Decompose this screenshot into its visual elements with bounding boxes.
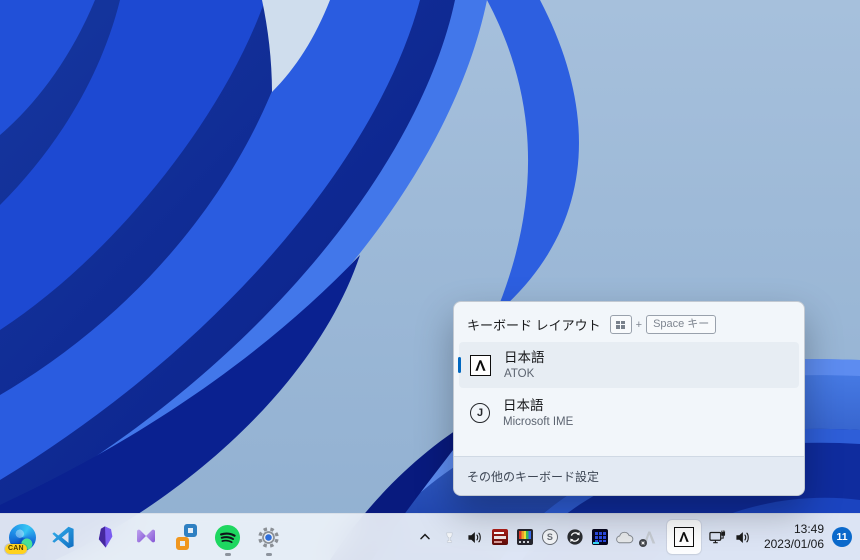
ime-item-microsoft-ime[interactable]: J 日本語 Microsoft IME bbox=[459, 390, 799, 436]
more-keyboard-settings-link[interactable]: その他のキーボード設定 bbox=[454, 456, 804, 495]
ime-language-label: 日本語 bbox=[504, 350, 545, 365]
volume-icon bbox=[468, 531, 482, 543]
network-button[interactable] bbox=[706, 520, 730, 554]
taskbar-settings-button[interactable] bbox=[248, 517, 289, 557]
tray-s-circle-button[interactable]: S bbox=[538, 520, 562, 554]
spotify-icon bbox=[214, 524, 241, 550]
ime-item-atok[interactable]: 日本語 ATOK bbox=[458, 342, 799, 388]
atok-icon bbox=[470, 354, 491, 376]
taskbar-vmware-button[interactable] bbox=[166, 517, 207, 557]
taskbar-visual-studio-button[interactable] bbox=[125, 517, 166, 557]
edge-canary-badge: CAN bbox=[5, 543, 27, 554]
obsidian-icon bbox=[98, 526, 112, 548]
ime-name-label: ATOK bbox=[504, 368, 535, 380]
tray-grid-monitor-button[interactable] bbox=[588, 520, 612, 554]
taskbar-spotify-button[interactable] bbox=[207, 517, 248, 557]
running-indicator bbox=[265, 553, 272, 556]
tray-cloud-button[interactable] bbox=[613, 520, 637, 554]
keyboard-layout-flyout: キーボード レイアウト + Space キー 日本語 ATOK J 日本語 Mi… bbox=[453, 301, 805, 496]
network-icon bbox=[709, 530, 726, 544]
taskbar: CAN S 13:49 2023/01/06 11 bbox=[0, 513, 860, 560]
grid-monitor-icon bbox=[591, 529, 608, 545]
ime-mode-button[interactable] bbox=[666, 520, 701, 554]
shortcut-plus: + bbox=[635, 318, 643, 331]
taskbar-edge-canary-button[interactable]: CAN bbox=[2, 517, 43, 557]
vscode-icon bbox=[52, 526, 74, 548]
ime-name-label: Microsoft IME bbox=[503, 416, 574, 428]
desktop: キーボード レイアウト + Space キー 日本語 ATOK J 日本語 Mi… bbox=[0, 0, 860, 560]
taskbar-vscode-button[interactable] bbox=[43, 517, 84, 557]
running-indicator bbox=[224, 553, 231, 556]
selected-accent-bar bbox=[458, 357, 461, 373]
tray-sync-button[interactable] bbox=[563, 520, 587, 554]
clock-date: 2023/01/06 bbox=[763, 537, 824, 551]
tray-color-palette-button[interactable] bbox=[513, 520, 537, 554]
cloud-icon bbox=[616, 531, 634, 543]
flyout-header: キーボード レイアウト + Space キー bbox=[454, 302, 804, 342]
taskbar-obsidian-button[interactable] bbox=[84, 517, 125, 557]
system-tray: S 13:49 2023/01/06 11 bbox=[413, 514, 860, 560]
clock-time: 13:49 bbox=[793, 522, 824, 536]
vmware-icon bbox=[173, 523, 200, 551]
color-palette-icon bbox=[516, 529, 533, 545]
sync-icon bbox=[567, 529, 583, 545]
clock[interactable]: 13:49 2023/01/06 bbox=[764, 522, 824, 552]
disabled-x-badge-icon bbox=[639, 538, 648, 547]
ime-list: 日本語 ATOK J 日本語 Microsoft IME bbox=[454, 342, 804, 436]
taskbar-apps: CAN bbox=[0, 514, 289, 560]
flyout-title: キーボード レイアウト bbox=[467, 318, 601, 333]
volume-icon bbox=[736, 531, 750, 543]
microsoft-ime-icon: J bbox=[470, 403, 490, 423]
tray-overflow-button[interactable] bbox=[413, 520, 437, 554]
tray-atok-disabled-button[interactable] bbox=[638, 520, 662, 554]
windows-key-icon bbox=[609, 315, 632, 334]
gpu-monitor-icon bbox=[491, 529, 508, 545]
volume-button[interactable] bbox=[731, 520, 755, 554]
atok-disabled-icon bbox=[639, 529, 658, 547]
edge-canary-icon: CAN bbox=[5, 523, 36, 554]
shortcut-hint: + Space キー bbox=[609, 315, 717, 334]
tray-white-trumpet-button[interactable] bbox=[438, 520, 462, 554]
atok-icon bbox=[673, 527, 694, 547]
tray-gpu-monitor-button[interactable] bbox=[488, 520, 512, 554]
space-key-badge: Space キー bbox=[646, 315, 717, 334]
visual-studio-icon bbox=[136, 529, 155, 543]
notification-count-badge[interactable]: 11 bbox=[832, 527, 852, 547]
s-circle-icon: S bbox=[541, 529, 558, 545]
gear-icon bbox=[258, 526, 279, 548]
tray-volume-button[interactable] bbox=[463, 520, 487, 554]
ime-language-label: 日本語 bbox=[503, 398, 544, 413]
chevron-up-icon bbox=[420, 533, 430, 540]
white-trumpet-icon bbox=[446, 532, 454, 543]
